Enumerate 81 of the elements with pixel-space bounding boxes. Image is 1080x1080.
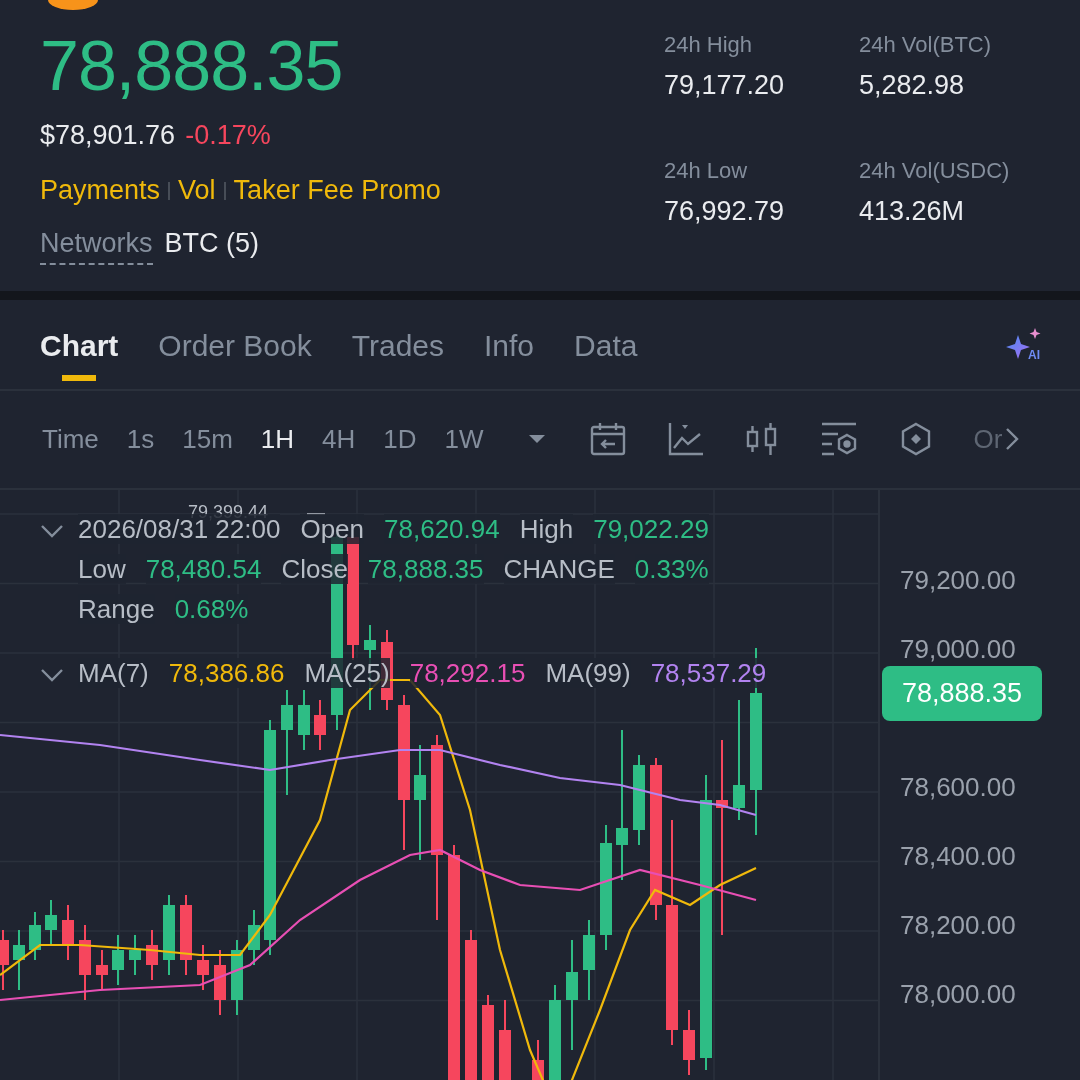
legend-value: 79,022.29 (593, 514, 709, 544)
calendar-icon[interactable] (589, 422, 626, 457)
stat-label: 24h High (664, 32, 754, 58)
stat-label: 24h Vol(USDC) (859, 157, 1011, 184)
ai-assistant-button[interactable]: AI (1004, 327, 1040, 362)
legend-label: Open (300, 514, 365, 544)
interval-option[interactable]: 1D (383, 423, 417, 455)
fiat-price: $78,901.76 (40, 120, 176, 151)
axis-label: 79,200.00 (900, 566, 1017, 595)
stat-value: 76,992.79 (664, 195, 786, 227)
tab[interactable]: Info (484, 307, 535, 382)
candlestick (96, 949, 108, 991)
legend-value: 78,537.29 (650, 658, 767, 688)
hexagon-icon[interactable] (899, 422, 932, 457)
coin-icon (48, 0, 98, 10)
promo-link[interactable]: Vol (178, 175, 216, 206)
candlestick (112, 934, 124, 986)
caret-icon[interactable] (527, 434, 546, 445)
interval-option[interactable]: 1W (444, 423, 484, 455)
candlestick (29, 911, 41, 961)
axis-label: 78,200.00 (900, 911, 1017, 940)
legend-value: 78,888.35 (367, 554, 484, 584)
chevron-down-icon[interactable] (40, 524, 64, 538)
candlestick (146, 929, 158, 981)
more-option[interactable]: Or (973, 423, 1003, 455)
legend-label: High (519, 514, 574, 544)
candlestick (314, 699, 326, 751)
chevron-right-icon[interactable] (1004, 427, 1019, 452)
candlestick (197, 944, 209, 991)
indicator-settings-icon[interactable] (819, 422, 858, 457)
stat-value: 79,177.20 (664, 70, 786, 101)
stat-label: 24h Low (664, 157, 749, 184)
axis-label: 79,000.00 (900, 635, 1017, 664)
legend-label: Close (281, 554, 348, 584)
tab[interactable]: Order Book (158, 307, 312, 382)
axis-label: 78,000.00 (900, 980, 1017, 1009)
candlestick (683, 1009, 695, 1076)
interval-option[interactable]: 4H (322, 423, 356, 455)
candlestick (13, 929, 25, 991)
stat-value: 5,282.98 (859, 70, 966, 101)
legend-label: MA(7) (78, 658, 149, 688)
candle-date: 2026/08/31 22:00 (78, 514, 281, 544)
line-chart-icon[interactable] (667, 422, 704, 457)
last-price: 78,888.35 (40, 26, 344, 106)
candlestick-icon[interactable] (745, 422, 778, 457)
stat-value: 413.26M (859, 195, 966, 227)
candlestick (298, 689, 310, 751)
promo-link[interactable]: Taker Fee Promo (233, 175, 441, 206)
interval-option[interactable]: Time (42, 423, 99, 455)
networks-value: BTC (5) (164, 228, 260, 259)
axis-label: 78,400.00 (900, 842, 1017, 871)
tab[interactable]: Trades (351, 307, 444, 382)
price-change: -0.17% (185, 120, 271, 151)
axis-label: 78,600.00 (900, 773, 1017, 802)
interval-option[interactable]: 1H (260, 423, 295, 455)
candlestick (0, 929, 9, 991)
tab[interactable]: Data (574, 307, 638, 382)
legend-label: Low (78, 554, 126, 584)
tab[interactable]: Chart (40, 307, 119, 382)
legend-label: Range (78, 594, 155, 624)
legend-label: MA(25) (304, 658, 390, 688)
networks-label[interactable]: Networks (40, 228, 153, 265)
legend-value: 0.68% (174, 594, 249, 624)
chevron-down-icon[interactable] (40, 668, 64, 682)
candlestick (214, 949, 226, 1016)
candlestick (45, 899, 57, 946)
legend-label: CHANGE (503, 554, 615, 584)
candlestick (129, 934, 141, 976)
legend-value: 78,292.15 (409, 658, 526, 688)
legend-label: MA(99) (545, 658, 631, 688)
promo-link[interactable]: Payments (40, 175, 161, 206)
legend-value: 78,386.86 (168, 658, 285, 688)
candlestick (248, 909, 260, 966)
interval-option[interactable]: 1s (126, 423, 155, 455)
interval-option[interactable]: 15m (182, 423, 233, 455)
candlestick (62, 904, 74, 961)
candlestick (532, 1039, 544, 1080)
stat-label: 24h Vol(BTC) (859, 32, 993, 58)
legend-value: 78,620.94 (384, 514, 500, 544)
last-price-badge: 78,888.35 (882, 666, 1043, 721)
legend-value: 78,480.54 (145, 554, 262, 584)
